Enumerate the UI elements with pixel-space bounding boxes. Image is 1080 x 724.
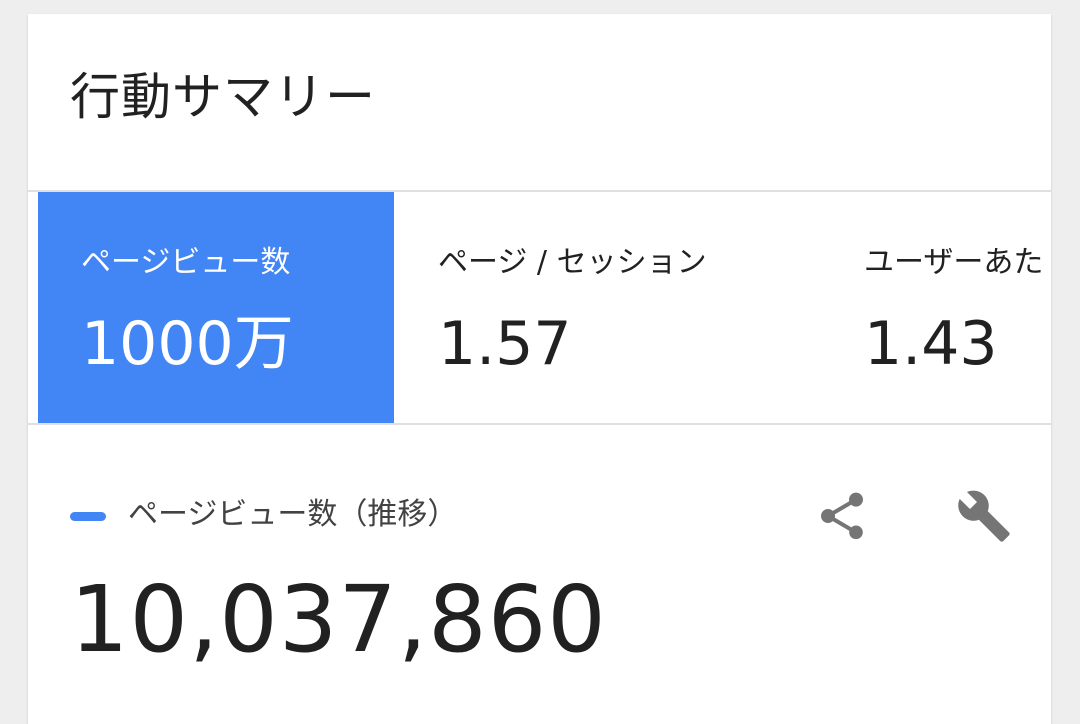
tab-value: 1000万 — [81, 309, 294, 379]
wrench-icon — [956, 488, 1012, 544]
metric-tabs: ページビュー数 1000万 ページ / セッション 1.57 ユーザーあた 1.… — [28, 190, 1051, 425]
legend-swatch — [70, 512, 106, 521]
legend-label: ページビュー数（推移） — [128, 497, 458, 532]
tab-pageviews[interactable]: ページビュー数 1000万 — [38, 192, 394, 423]
share-icon — [814, 488, 870, 544]
share-button[interactable] — [814, 488, 870, 544]
metric-total-value: 10,037,860 — [70, 566, 607, 673]
tab-pages-per-session[interactable]: ページ / セッション 1.57 — [394, 192, 824, 423]
metric-detail: ページビュー数（推移） 10,037,860 — [28, 424, 1051, 724]
tab-label: ページ / セッション — [438, 245, 707, 280]
tab-label: ユーザーあた — [864, 245, 1044, 280]
tab-value: 1.57 — [438, 309, 572, 379]
tab-value: 1.43 — [864, 309, 998, 379]
settings-button[interactable] — [956, 488, 1012, 544]
behavior-summary-card: 行動サマリー ページビュー数 1000万 ページ / セッション 1.57 ユー… — [28, 14, 1051, 724]
tab-label: ページビュー数 — [81, 245, 291, 280]
tab-per-user[interactable]: ユーザーあた 1.43 — [824, 192, 1051, 423]
card-title: 行動サマリー — [70, 68, 376, 126]
